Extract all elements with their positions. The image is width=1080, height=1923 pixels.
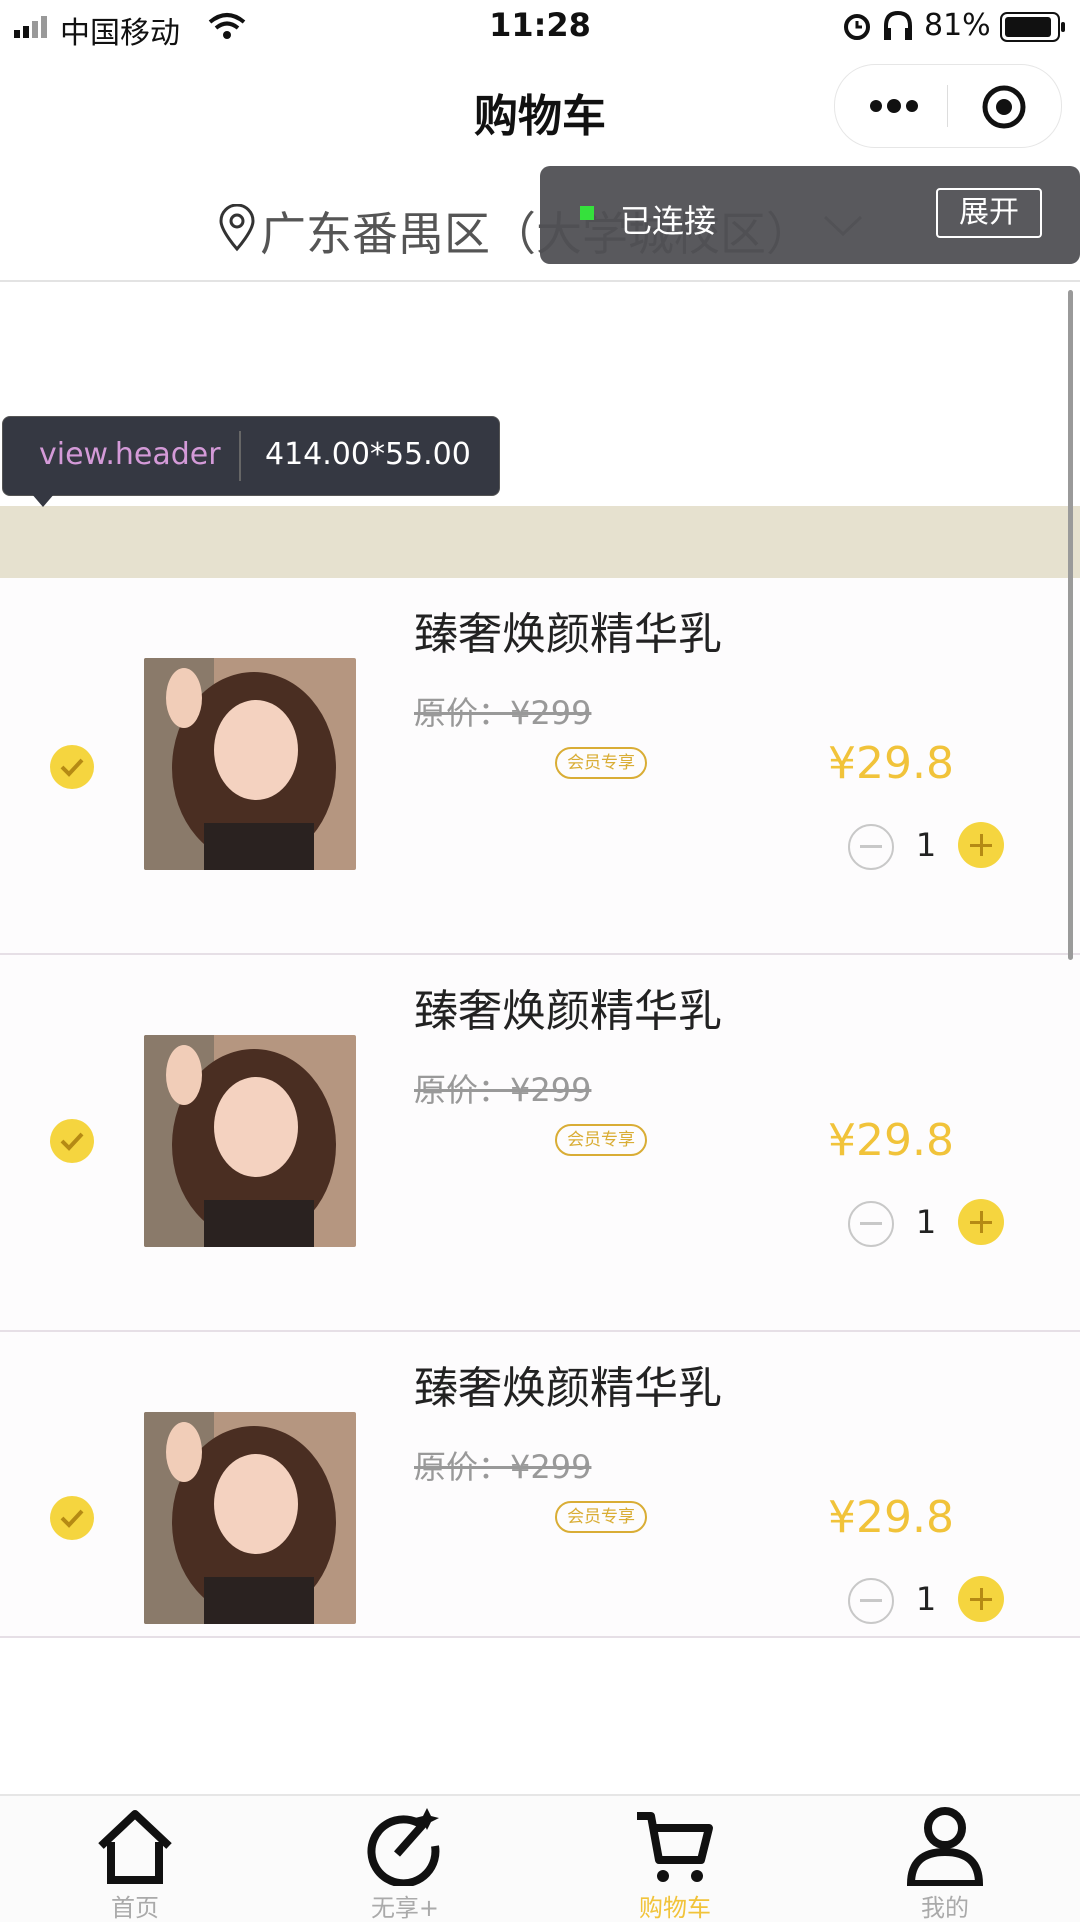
decrease-quantity-button[interactable] [848,1201,894,1247]
tab-home[interactable]: 首页 [0,1796,270,1922]
cart-icon [637,1812,713,1882]
product-name: 臻奢焕颜精华乳 [414,1363,722,1414]
miniprogram-capsule [834,64,1062,148]
quantity-value: 1 [915,826,937,864]
debug-connection-panel: 已连接 展开 [540,166,1080,264]
item-checkbox[interactable] [50,1119,94,1163]
price-row: ¥29.8 会员专享 [414,1492,954,1543]
tab-profile[interactable]: 我的 [810,1796,1080,1922]
tab-label: 首页 [111,1894,159,1922]
increase-quantity-button[interactable] [958,1199,1004,1245]
quantity-value: 1 [915,1580,937,1618]
product-photo [144,658,356,870]
product-image[interactable] [144,1035,356,1247]
inspector-margin-highlight [0,506,1080,580]
user-icon [906,1807,984,1886]
connected-indicator [580,206,594,220]
original-price: 原价：¥299 [414,1071,592,1109]
product-photo [144,1412,356,1624]
member-price: ¥29.8 [828,738,954,789]
product-image[interactable] [144,658,356,870]
home-icon [98,1810,172,1884]
tab-label: 购物车 [639,1894,711,1922]
member-price: ¥29.8 [828,1492,954,1543]
increase-quantity-button[interactable] [958,822,1004,868]
item-checkbox[interactable] [50,745,94,789]
magic-wand-icon [367,1808,440,1886]
location-pin-icon [219,204,255,252]
product-name: 臻奢焕颜精华乳 [414,609,722,660]
item-checkbox[interactable] [50,1496,94,1540]
inspector-tooltip-arrow [31,493,55,507]
member-price: ¥29.8 [828,1115,954,1166]
member-tag: 会员专享 [555,747,648,779]
scrollbar[interactable] [1068,290,1073,960]
battery-percent: 81% [924,8,991,43]
tab-wuxiang[interactable]: 无享+ [270,1796,540,1922]
headphones-icon [884,10,912,40]
product-name: 臻奢焕颜精华乳 [414,986,722,1037]
cart-item: 臻奢焕颜精华乳 原价：¥299 ¥29.8 会员专享 1 [0,578,1080,955]
connection-status: 已连接 [620,202,717,240]
cart-item: 臻奢焕颜精华乳 原价：¥299 ¥29.8 会员专享 1 [0,955,1080,1332]
price-row: ¥29.8 会员专享 [414,1115,954,1166]
price-row: ¥29.8 会员专享 [414,738,954,789]
inspector-separator [239,431,241,481]
original-price: 原价：¥299 [414,694,592,732]
more-icon[interactable] [869,96,919,116]
tab-bar: 首页 无享+ 购物车 我的 [0,1794,1080,1922]
close-miniprogram-icon[interactable] [981,84,1027,130]
capsule-divider [947,85,948,127]
expand-button[interactable]: 展开 [936,188,1042,238]
checkmark-icon [60,1509,84,1528]
quantity-value: 1 [915,1203,937,1241]
inspector-tooltip: view.header 414.00*55.00 [2,416,500,507]
increase-quantity-button[interactable] [958,1576,1004,1622]
inspector-selector: view.header [39,437,221,472]
decrease-quantity-button[interactable] [848,824,894,870]
tab-cart[interactable]: 购物车 [540,1796,810,1922]
product-photo [144,1035,356,1247]
clock: 11:28 [489,6,591,44]
cart-item: 臻奢焕颜精华乳 原价：¥299 ¥29.8 会员专享 1 [0,1332,1080,1638]
status-bar: 中国移动 11:28 81% [0,0,1080,54]
navigation-bar: 购物车 [0,54,1080,158]
alarm-icon [844,14,870,40]
product-image[interactable] [144,1412,356,1624]
decrease-quantity-button[interactable] [848,1578,894,1624]
member-tag: 会员专享 [555,1501,648,1533]
checkmark-icon [60,1132,84,1151]
member-tag: 会员专享 [555,1124,648,1156]
battery-icon [1000,12,1065,42]
tab-label: 我的 [921,1894,969,1922]
inspector-dimensions: 414.00*55.00 [265,437,471,472]
tab-label: 无享+ [370,1894,440,1922]
original-price: 原价：¥299 [414,1448,592,1486]
checkmark-icon [60,758,84,777]
